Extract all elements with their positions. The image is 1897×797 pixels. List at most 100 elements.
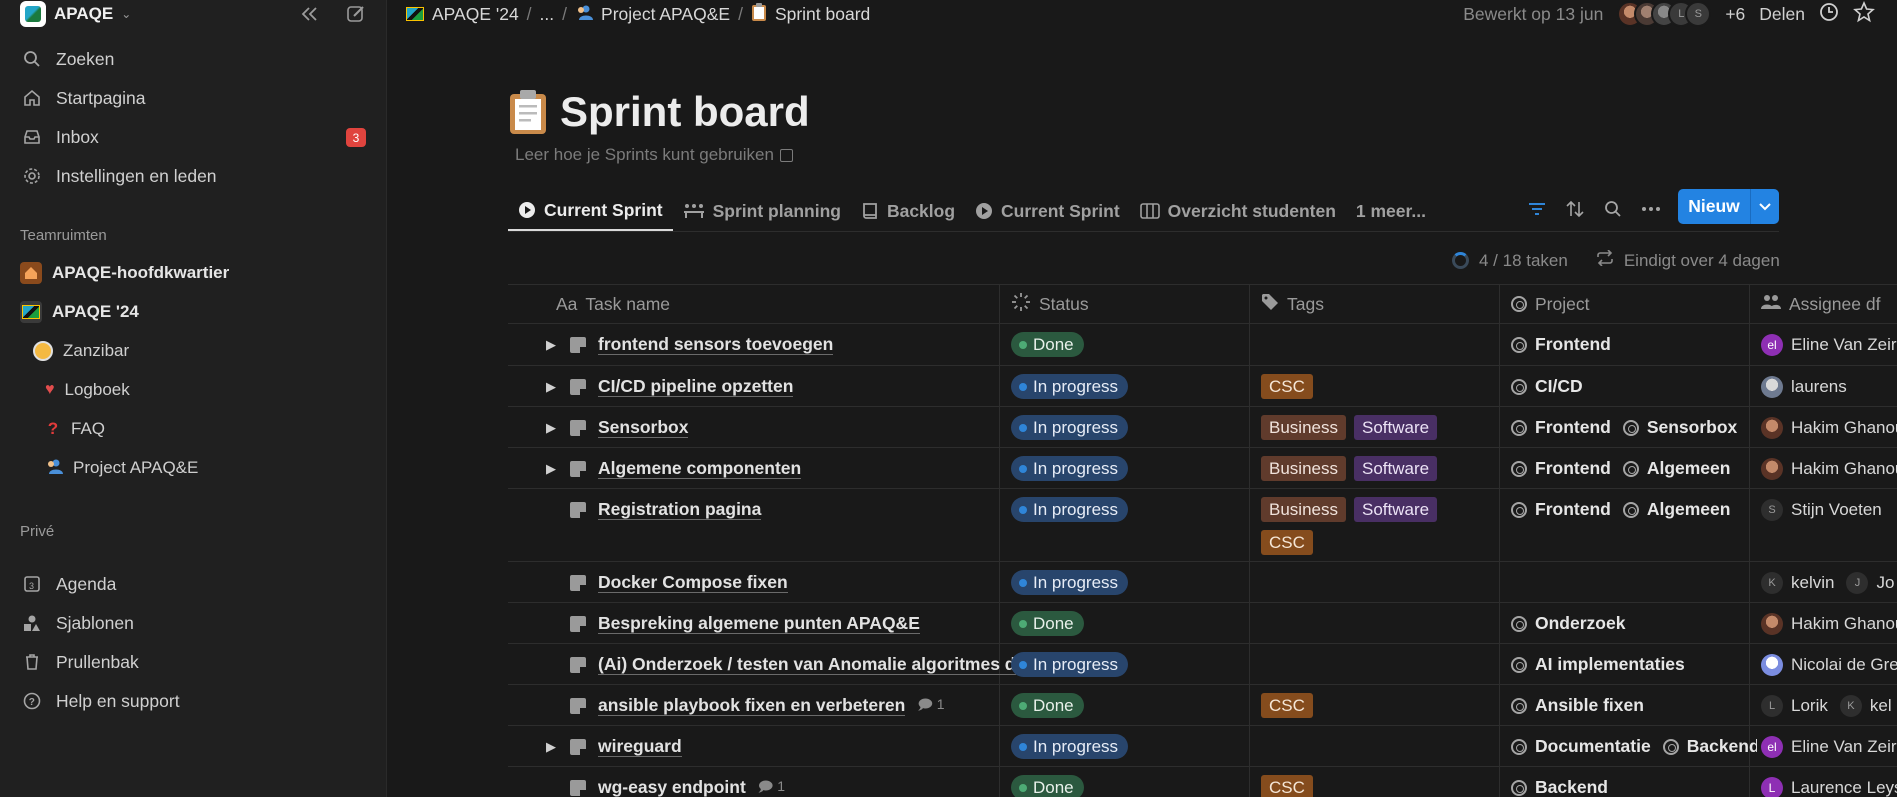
tags-cell[interactable]: CSC (1261, 685, 1501, 726)
table-row[interactable]: ▶ CI/CD pipeline opzetten In progress CSC CI… (508, 366, 1897, 407)
project-link[interactable]: CI/CD (1511, 376, 1583, 397)
status-cell[interactable]: In progress (1011, 366, 1129, 407)
task-name[interactable]: Bespreking algemene punten APAQ&E (598, 613, 920, 634)
assignee[interactable]: L Lorik (1761, 694, 1828, 717)
assignee[interactable]: Hakim Ghanou (1761, 612, 1897, 635)
new-button[interactable]: Nieuw (1678, 189, 1779, 224)
collapse-sidebar-icon[interactable] (298, 2, 322, 26)
expand-caret-icon[interactable]: ▶ (546, 337, 560, 353)
project-link[interactable]: Frontend (1511, 417, 1611, 438)
project-link[interactable]: Ansible fixen (1511, 695, 1644, 716)
sidebar-item-templates[interactable]: Sjablonen (20, 606, 366, 640)
assignee[interactable]: Kkel (1839, 694, 1892, 717)
status-cell[interactable]: In progress (1011, 448, 1129, 489)
status-cell[interactable]: In progress (1011, 562, 1129, 603)
table-row[interactable]: wg-easy endpoint 🗩 1 Done CSC Backend L Lauren… (508, 767, 1897, 797)
expand-caret-icon[interactable]: ▶ (546, 420, 560, 436)
task-name-cell[interactable]: wg-easy endpoint 🗩 1 (546, 767, 785, 797)
tags-cell[interactable]: CSC (1261, 366, 1501, 407)
assignee-cell[interactable]: Kkelvin J Jo (1761, 562, 1897, 603)
assignee[interactable]: Nicolai de Gre (1761, 653, 1897, 676)
tags-cell[interactable]: Business Software (1261, 407, 1501, 448)
sidebar-item-agenda[interactable]: 3 Agenda (20, 567, 366, 601)
star-icon[interactable] (1853, 0, 1875, 28)
sidebar-item-home[interactable]: Startpagina (20, 81, 366, 115)
column-header-assignee[interactable]: Assignee df (1761, 285, 1880, 323)
table-row[interactable]: Bespreking algemene punten APAQ&E Done Ond… (508, 603, 1897, 644)
task-name-cell[interactable]: ▶ Sensorbox (546, 407, 689, 448)
status-cell[interactable]: In progress (1011, 407, 1129, 448)
assignee-cell[interactable]: el Eline Van Zeir (1761, 324, 1897, 365)
task-name-cell[interactable]: ansible playbook fixen en verbeteren 🗩 1 (546, 685, 945, 726)
project-link[interactable]: Frontend (1511, 458, 1611, 479)
filter-icon[interactable] (1526, 198, 1548, 220)
assignee[interactable]: J Jo (1846, 571, 1894, 594)
tab-sprint-planning[interactable]: Sprint planning (673, 191, 851, 231)
sidebar-item-help[interactable]: ? Help en support (20, 684, 366, 718)
project-cell[interactable]: Onderzoek (1511, 603, 1757, 644)
clipboard-icon[interactable] (508, 89, 548, 135)
tags-cell[interactable]: CSC (1261, 767, 1501, 797)
status-cell[interactable]: Done (1011, 324, 1084, 365)
status-cell[interactable]: In progress (1011, 726, 1129, 767)
project-link[interactable]: Algemeen (1622, 458, 1730, 479)
project-cell[interactable]: Frontend Sensorbox (1511, 407, 1757, 448)
assignee-cell[interactable]: Hakim Ghanou (1761, 603, 1897, 644)
project-cell[interactable]: Frontend Algemeen (1511, 489, 1757, 530)
more-collaborators-count[interactable]: +6 (1725, 4, 1745, 25)
more-options-icon[interactable] (1640, 198, 1662, 220)
task-name[interactable]: Registration pagina (598, 499, 762, 520)
project-cell[interactable] (1511, 562, 1757, 603)
project-cell[interactable]: Frontend Algemeen (1511, 448, 1757, 489)
tab-backlog[interactable]: Backlog (851, 191, 965, 231)
project-cell[interactable]: AI implementaties (1511, 644, 1757, 685)
breadcrumb-item[interactable]: ... (540, 4, 555, 25)
assignee-cell[interactable]: S Stijn Voeten (1761, 489, 1897, 530)
assignee-cell[interactable]: L Laurence Leys (1761, 767, 1897, 797)
comment-icon[interactable]: 🗩 1 (917, 694, 944, 718)
expand-caret-icon[interactable]: ▶ (546, 461, 560, 477)
task-name-cell[interactable]: (Ai) Onderzoek / testen van Anomalie alg… (546, 644, 1016, 685)
column-header-tags[interactable]: Tags (1261, 285, 1324, 323)
table-row[interactable]: ▶ frontend sensors toevoegen Done Frontend e… (508, 324, 1897, 366)
tags-cell[interactable]: Business Software (1261, 448, 1501, 489)
assignee[interactable]: Hakim Ghanou (1761, 416, 1897, 439)
sidebar-item-project[interactable]: Project APAQ&E (45, 451, 198, 485)
project-link[interactable]: Frontend (1511, 499, 1611, 520)
sidebar-item-search[interactable]: Zoeken (20, 42, 366, 76)
assignee-cell[interactable]: L Lorik Kkel (1761, 685, 1897, 726)
column-header-project[interactable]: Project (1511, 285, 1589, 323)
task-name[interactable]: Algemene componenten (598, 458, 802, 479)
status-cell[interactable]: Done (1011, 603, 1084, 644)
table-row[interactable]: ▶ Sensorbox In progress Business Software Fro… (508, 407, 1897, 448)
assignee-cell[interactable]: Hakim Ghanou (1761, 407, 1897, 448)
page-description[interactable]: Leer hoe je Sprints kunt gebruiken (515, 145, 793, 165)
project-link[interactable]: AI implementaties (1511, 654, 1685, 675)
collaborator-avatars[interactable]: L S (1617, 1, 1712, 27)
project-cell[interactable]: Documentatie Backend (1511, 726, 1757, 767)
task-name-cell[interactable]: Docker Compose fixen (546, 562, 788, 603)
breadcrumb-item[interactable]: APAQE '24 (432, 4, 519, 25)
tags-cell[interactable] (1261, 644, 1501, 685)
table-row[interactable]: Registration pagina In progress Business So… (508, 489, 1897, 562)
table-row[interactable]: ansible playbook fixen en verbeteren 🗩 1 D… (508, 685, 1897, 726)
task-name-cell[interactable]: ▶ frontend sensors toevoegen (546, 324, 834, 365)
task-name[interactable]: ansible playbook fixen en verbeteren (598, 695, 906, 716)
chevron-down-icon[interactable] (1751, 202, 1779, 211)
task-name[interactable]: Sensorbox (598, 417, 689, 438)
tags-cell[interactable] (1261, 324, 1501, 366)
sidebar-item-faq[interactable]: ? FAQ (45, 412, 105, 446)
assignee-cell[interactable]: Nicolai de Gre (1761, 644, 1897, 685)
assignee-cell[interactable]: el Eline Van Zeir (1761, 726, 1897, 767)
task-name-cell[interactable]: ▶ CI/CD pipeline opzetten (546, 366, 794, 407)
tags-cell[interactable] (1261, 562, 1501, 603)
project-link[interactable]: Backend (1511, 777, 1608, 797)
table-row[interactable]: ▶ Algemene componenten In progress Business… (508, 448, 1897, 489)
status-cell[interactable]: Done (1011, 767, 1084, 797)
sidebar-item-trash[interactable]: Prullenbak (20, 645, 366, 679)
project-link[interactable]: Onderzoek (1511, 613, 1625, 634)
tags-cell[interactable] (1261, 603, 1501, 644)
project-link[interactable]: Documentatie (1511, 736, 1651, 757)
tab-more[interactable]: 1 meer... (1346, 191, 1436, 231)
workspace-switcher[interactable]: APAQE ⌄ (20, 0, 131, 28)
